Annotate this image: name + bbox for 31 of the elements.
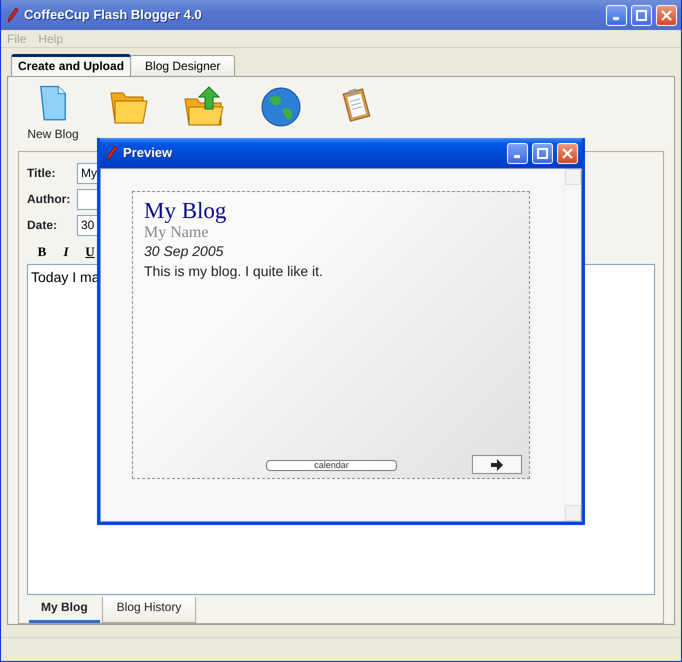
format-button[interactable]: B (33, 242, 51, 260)
field-label: Title: (27, 165, 56, 182)
close-button[interactable] (557, 142, 578, 164)
field-label: Author: (27, 191, 72, 208)
pen-icon (106, 145, 118, 161)
blog-text: This is my blog. I quite like it. (144, 262, 324, 281)
close-icon[interactable] (661, 10, 672, 20)
maximize-icon[interactable] (537, 148, 548, 158)
close-icon[interactable] (562, 148, 573, 158)
maximize-button[interactable] (532, 142, 553, 164)
maximize-icon[interactable] (636, 10, 647, 20)
maximize-button[interactable] (631, 4, 652, 26)
toolbar-label[interactable]: New Blog (27, 125, 79, 143)
arrow-right-icon[interactable] (490, 458, 504, 472)
blog-title: My Blog (144, 198, 228, 224)
blog-author: My Name (144, 223, 210, 242)
close-button[interactable] (656, 4, 677, 26)
blog-date: 30 Sep 2005 (144, 242, 224, 261)
format-button[interactable]: I (57, 242, 75, 260)
tab[interactable]: Blog Designer (130, 55, 236, 76)
window-title: Preview (123, 144, 172, 162)
minimize-button[interactable] (606, 4, 627, 26)
tab[interactable]: Blog History (102, 597, 196, 623)
calendar-toggle[interactable]: calendar (266, 460, 397, 471)
minimize-button[interactable] (507, 142, 528, 164)
next-button[interactable] (472, 455, 522, 474)
window-title: CoffeeCup Flash Blogger 4.0 (24, 6, 202, 24)
tab[interactable]: Create and Upload (11, 54, 132, 76)
pen-icon (7, 7, 19, 23)
format-button[interactable]: U (81, 242, 99, 260)
field-label: Date: (27, 217, 58, 234)
